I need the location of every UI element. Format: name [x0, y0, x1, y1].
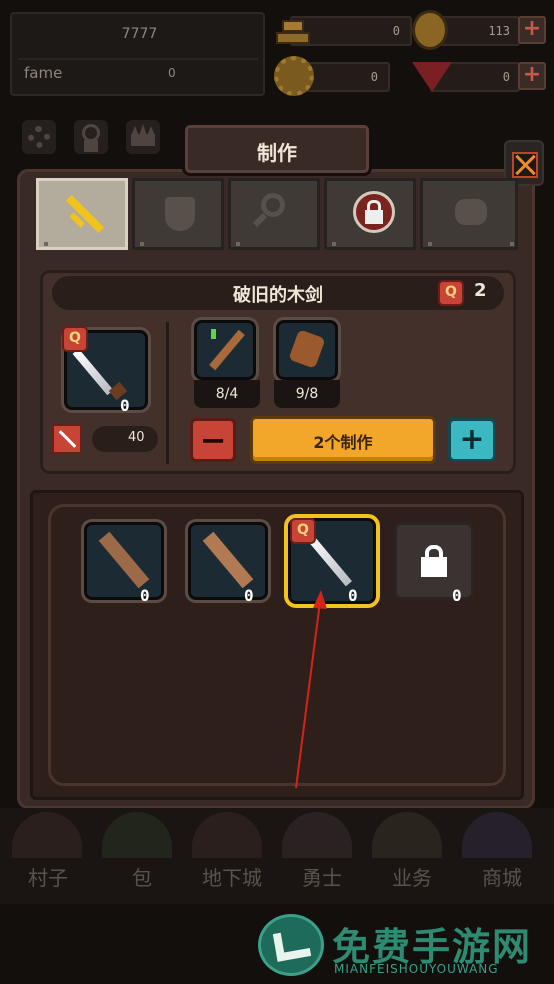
quality-count: 2 [474, 280, 487, 301]
material-slot-stick[interactable] [194, 320, 256, 380]
craft-title-plaque: 制作 [182, 122, 372, 176]
recipe-count: 0 [244, 586, 254, 605]
nav-bag[interactable]: 包 [96, 862, 188, 891]
recipe-count: 0 [452, 586, 462, 605]
watermark-logo-icon [258, 914, 324, 976]
gold-bars-icon [272, 14, 312, 48]
bars-value: 0 [392, 24, 400, 38]
plus-icon: + [459, 422, 485, 457]
recipe-slot-locked[interactable] [394, 522, 474, 600]
wooden-sword-icon [202, 531, 254, 589]
tab-tool[interactable] [228, 178, 320, 250]
minus-icon: − [199, 421, 227, 459]
recipe-count: 0 [140, 586, 150, 605]
settings-gear-icon[interactable] [22, 120, 56, 154]
tab-weapon[interactable] [36, 178, 128, 250]
gold-value: 7777 [121, 26, 158, 42]
annotation-arrow [295, 590, 327, 789]
recipe-count: 0 [348, 586, 358, 605]
item-name: 破旧的木剑 [233, 285, 323, 306]
magnifier-icon [261, 193, 285, 217]
gear-value: 0 [370, 70, 378, 84]
lock-icon [353, 191, 395, 233]
nav-shop[interactable]: 商城 [456, 862, 548, 891]
watermark-subtitle: MIANFEISHOUYOUWANG [334, 962, 499, 976]
craft-title: 制作 [257, 141, 297, 165]
recipe-slot[interactable] [84, 522, 164, 600]
recipe-slot[interactable] [188, 522, 268, 600]
increase-button[interactable]: + [448, 418, 496, 462]
craft-button[interactable]: 2个制作 [250, 416, 436, 464]
add-coin-button[interactable]: + [518, 16, 546, 44]
material-count-bar: 8/4 [194, 380, 260, 408]
gem-value: 0 [502, 70, 510, 84]
gem-icon [412, 62, 452, 92]
craft-button-label: 2个制作 [313, 433, 373, 452]
material-count: 9/8 [295, 386, 319, 402]
result-quality-icon: Q [62, 326, 88, 352]
nav-hero[interactable]: 勇士 [276, 862, 368, 891]
fame-label: fame [24, 64, 63, 82]
nav-dungeon[interactable]: 地下城 [186, 862, 278, 891]
nav-village[interactable]: 村子 [2, 862, 94, 891]
nav-business[interactable]: 业务 [366, 862, 458, 891]
coin-icon [412, 10, 448, 50]
attack-value: 40 [128, 430, 145, 445]
wooden-sword-icon [98, 531, 150, 589]
add-gem-button[interactable]: + [518, 62, 546, 90]
tab-locked[interactable] [324, 178, 416, 250]
stats-panel: 7777 fame 0 [10, 12, 265, 96]
tab-pet[interactable] [420, 178, 518, 250]
crown-icon[interactable] [126, 120, 160, 154]
decrease-button[interactable]: − [190, 418, 236, 462]
fame-value: 0 [168, 66, 176, 80]
material-count-bar: 9/8 [274, 380, 340, 408]
attack-icon [52, 424, 82, 454]
coin-value: 113 [488, 24, 510, 38]
attack-bar: 40 [92, 426, 158, 452]
iron-sword-icon [72, 348, 114, 396]
result-count: 0 [120, 396, 130, 415]
recipe-quality-icon: Q [290, 518, 316, 544]
close-icon [512, 152, 538, 178]
item-name-bar: 破旧的木剑 [52, 276, 504, 310]
material-slot-log[interactable] [276, 320, 338, 380]
tab-armor[interactable] [132, 178, 224, 250]
sword-icon [63, 193, 105, 234]
material-count: 8/4 [215, 386, 239, 402]
gear-icon [274, 56, 314, 96]
achievement-medal-icon[interactable] [74, 120, 108, 154]
pet-icon [455, 199, 487, 225]
wood-log-icon [288, 329, 326, 369]
shield-icon [165, 197, 195, 231]
quality-icon: Q [438, 280, 464, 306]
